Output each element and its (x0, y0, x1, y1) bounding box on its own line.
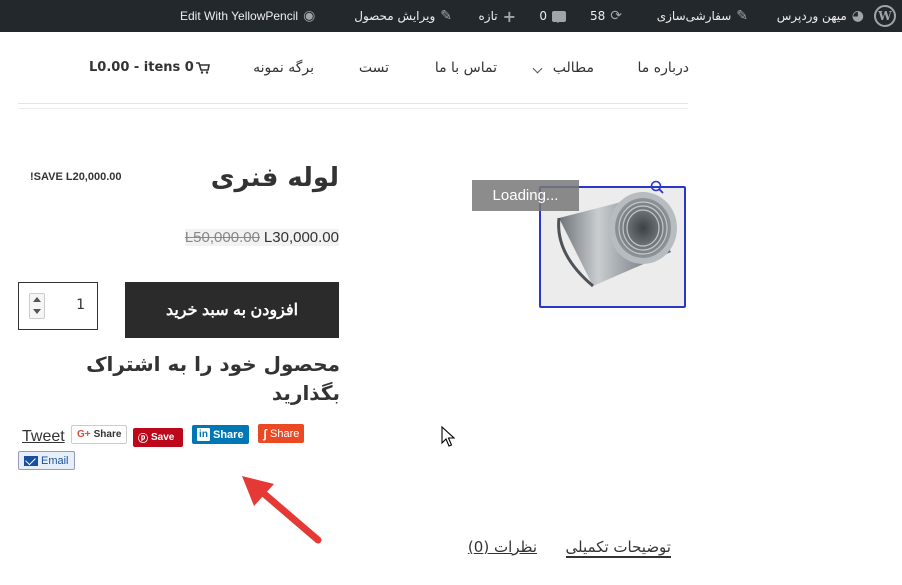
annotation-arrow-icon (242, 476, 322, 544)
linkedin-share-button[interactable]: in Share (192, 425, 249, 444)
price-new: L30,000.00 (263, 229, 339, 246)
save-badge: !SAVE L20,000.00 (30, 171, 122, 183)
admin-customize[interactable]: ✎ سفارشی‌سازی (657, 0, 748, 32)
chevron-down-icon (532, 63, 543, 74)
admin-comments[interactable]: 0 (539, 0, 566, 32)
nav-test[interactable]: تست (359, 60, 389, 76)
nav-sample-page[interactable]: برگه نمونه (253, 60, 314, 76)
pencil-icon: ✎ (440, 8, 452, 24)
google-plus-icon: G+ (77, 429, 91, 440)
linkedin-icon: in (197, 428, 210, 441)
edit-product-label: ویرایش محصول (354, 9, 436, 23)
tab-additional-information[interactable]: توضیحات تکمیلی (565, 538, 671, 558)
comments-count: 0 (539, 9, 547, 23)
pinterest-icon: ⓟ (138, 434, 148, 445)
admin-edit-product[interactable]: ✎ ویرایش محصول (354, 0, 452, 32)
gplus-share-label: Share (93, 429, 122, 440)
tab-reviews[interactable]: نظرات (0) (468, 538, 537, 556)
nav-contact[interactable]: تماس با ما (435, 60, 497, 76)
stumbleupon-icon: ʃ (263, 426, 267, 441)
nav-cart[interactable]: L0.00 - itens 0 (89, 60, 210, 75)
updates-icon: ⟳ (610, 8, 622, 24)
stumbleupon-share-label: Share (270, 427, 300, 440)
spin-up-icon[interactable] (33, 297, 41, 302)
nav-posts[interactable]: مطالب (553, 60, 594, 76)
nav-about[interactable]: درباره ما (638, 60, 689, 76)
quantity-value: 1 (76, 297, 85, 313)
plus-icon: + (502, 6, 516, 26)
admin-site-name[interactable]: ◕ میهن وردپرس (777, 0, 864, 32)
envelope-icon (24, 455, 38, 466)
new-label: تازه (478, 9, 498, 23)
spin-down-icon[interactable] (33, 309, 41, 314)
pinterest-save-label: Save (151, 432, 175, 443)
zoom-icon[interactable] (650, 180, 664, 194)
mouse-cursor-icon (441, 426, 455, 447)
yellowpencil-label: Edit With YellowPencil (180, 9, 299, 23)
wordpress-logo-icon[interactable]: W (874, 5, 896, 27)
dashboard-icon: ◕ (851, 8, 864, 24)
admin-new[interactable]: + تازه (479, 0, 516, 32)
stumbleupon-share-button[interactable]: ʃ Share (258, 424, 305, 443)
email-share-button[interactable]: Email (18, 451, 75, 470)
cart-total: L0.00 - itens 0 (89, 60, 194, 75)
linkedin-share-label: Share (213, 428, 244, 441)
share-heading: محصول خود را به اشتراک بگذارید (86, 352, 340, 405)
add-to-cart-button[interactable]: افزودن به سبد خرید (125, 282, 339, 338)
main-navigation: درباره ما مطالب تماس با ما تست برگه نمون… (0, 32, 902, 104)
comment-bubble-icon (552, 10, 566, 23)
brush-icon: ✎ (736, 8, 748, 24)
admin-updates[interactable]: ⟳ 58 (590, 0, 622, 32)
admin-yellowpencil[interactable]: Edit With YellowPencil ◉ (180, 0, 315, 32)
pinterest-save-button[interactable]: ⓟ Save (133, 428, 183, 447)
quantity-stepper[interactable]: 1 (18, 282, 98, 330)
content-divider (18, 108, 688, 109)
admin-bar: W ◕ میهن وردپرس ✎ سفارشی‌سازی ⟳ 58 0 + ت… (0, 0, 902, 32)
gplus-share-button[interactable]: G+ Share (71, 425, 128, 444)
site-name-label: میهن وردپرس (776, 9, 847, 23)
cart-icon (195, 61, 210, 74)
price-old: L50,000.00 (184, 229, 260, 246)
updates-count: 58 (589, 9, 606, 23)
yellowpencil-icon: ◉ (303, 8, 316, 24)
loading-overlay: Loading... (472, 180, 579, 211)
email-share-label: Email (41, 454, 69, 467)
product-price: L50,000.00 L30,000.00 (184, 229, 339, 246)
nav-divider (18, 103, 688, 104)
tweet-button[interactable]: Tweet (22, 426, 65, 448)
product-title: لوله فنری (210, 163, 339, 193)
customize-label: سفارشی‌سازی (656, 9, 732, 23)
